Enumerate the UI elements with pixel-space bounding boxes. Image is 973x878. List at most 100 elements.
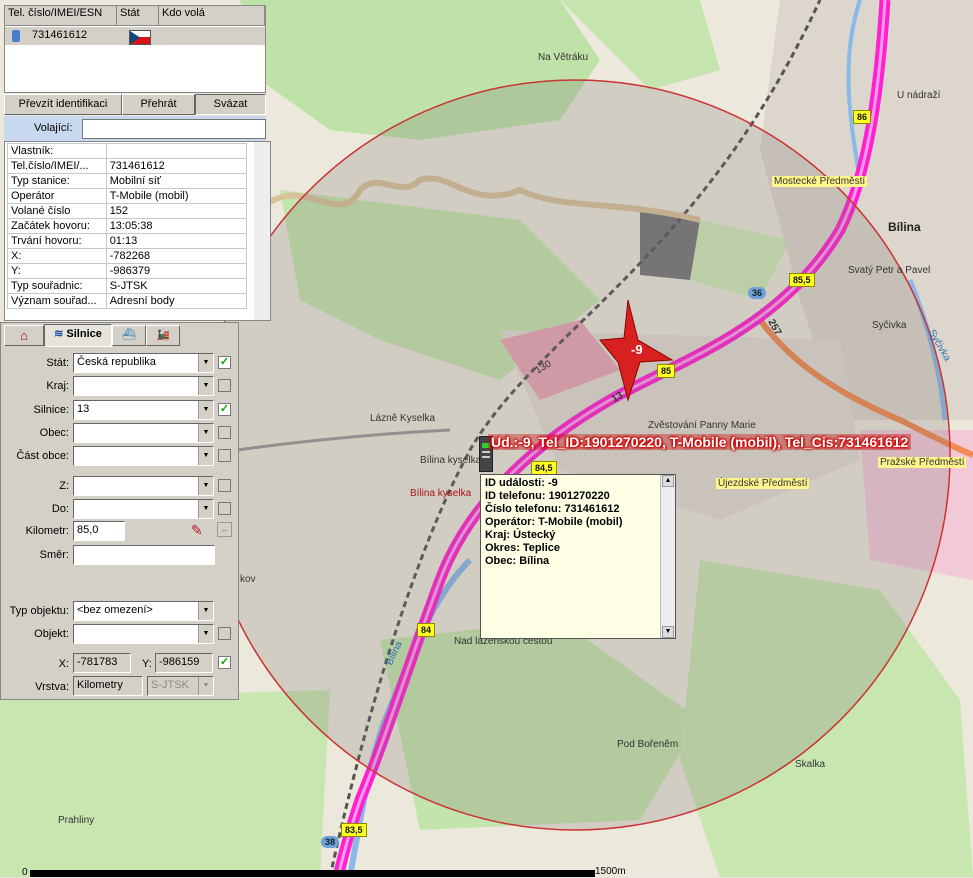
to-select[interactable]: ▼ [73,499,214,519]
call-info-table: Vlastník: Tel.číslo/IMEI/... 731461612 Typ … [7,143,248,309]
info-scrollbar[interactable] [254,142,270,320]
place-label: Syčivka [872,320,907,331]
direction-input[interactable] [73,545,215,565]
tab-roads-label: Silnice [66,328,102,340]
info-value: 731461612 [105,158,248,174]
layer-label: Vrstva: [35,681,69,693]
takeover-identification-button[interactable]: Převzít identifikaci [4,94,122,115]
chevron-down-icon: ▼ [198,477,213,495]
table-row: X: -782268 [7,248,248,264]
call-info-panel: Vlastník: Tel.číslo/IMEI/... 731461612 Typ … [4,141,271,321]
chevron-down-icon: ▼ [198,377,213,395]
play-button[interactable]: Přehrát [122,94,195,115]
table-row[interactable]: 731461612 [5,27,265,45]
place-label: Bílina kyselka [410,488,472,499]
table-row: Volané číslo 152 [7,203,248,219]
info-label: Význam souřad... [7,293,107,309]
region-select[interactable]: ▼ [73,376,214,396]
place-label: Na Větráku [538,52,589,63]
object-select[interactable]: ▼ [73,624,214,644]
popup-scrollbar[interactable]: ▲ ▼ [660,475,675,638]
caller-input[interactable] [82,119,266,139]
table-row: Vlastník: [7,143,248,159]
road-select[interactable]: 13 ▼ [73,400,214,420]
place-label: Mostecké Předměstí [772,176,868,187]
info-label: Začátek hovoru: [7,218,107,234]
coords-checkbox[interactable]: ✓ [218,656,231,669]
object-type-select[interactable]: <bez omezení> ▼ [73,601,214,621]
event-marker-label: -9 [631,342,643,357]
event-label[interactable]: Ud.:-9, Tel_ID:1901270220, T-Mobile (mob… [488,434,912,450]
x-label: X: [58,658,69,670]
part-select[interactable]: ▼ [73,446,214,466]
km-marker: 83,5 [341,823,367,837]
km-marker: 85,5 [789,273,815,287]
chevron-down-icon: ▼ [198,500,213,518]
tab-roads[interactable]: ≋ Silnice [44,324,112,347]
column-header-state[interactable]: Stát [117,6,159,26]
municipality-select[interactable]: ▼ [73,423,214,443]
column-header-caller[interactable]: Kdo volá [159,6,265,26]
popup-row: ID telefonu: 1901270220 [485,490,610,502]
place-label: Pod Bořeněm [617,739,679,750]
train-icon: 🚂 [156,329,170,341]
info-label: X: [7,248,107,264]
place-label: U nádraží [897,90,941,101]
road-search-panel: ⌂ ≋ Silnice ⛴ 🚂 Stát: Česká republika ▼ ✓… [0,322,239,700]
chevron-down-icon: ▼ [198,447,213,465]
table-row: Význam souřad... Adresní body [7,293,248,309]
road-label: Silnice: [33,404,69,416]
place-label: Bílina kyselka [420,455,482,466]
part-checkbox[interactable] [218,449,231,462]
tab-buildings[interactable]: ⌂ [4,325,44,346]
phone-list: Tel. číslo/IMEI/ESN Stát Kdo volá 731461… [4,5,266,93]
scale-zero: 0 [22,867,28,878]
km-label: Kilometr: [25,525,69,537]
state-label: Stát: [46,357,69,369]
region-checkbox[interactable] [218,379,231,392]
caller-row: Volající: [4,116,266,141]
info-value: -986379 [105,263,248,279]
table-row: Začátek hovoru: 13:05:38 [7,218,248,234]
pencil-icon[interactable]: ✎ [191,522,203,539]
km-input[interactable]: 85,0 [73,521,125,541]
event-info-popup: ID události: -9 ID telefonu: 1901270220 … [480,474,676,639]
scroll-up-icon[interactable]: ▲ [662,475,674,487]
km-marker: 84,5 [531,461,557,475]
info-label: Typ stanice: [7,173,107,189]
from-checkbox[interactable] [218,479,231,492]
chevron-down-icon: ▼ [198,602,213,620]
state-checkbox[interactable]: ✓ [218,356,231,369]
info-value: S-JTSK [105,278,248,294]
road-checkbox[interactable]: ✓ [218,403,231,416]
chevron-down-icon: ▼ [198,677,213,695]
info-label: Volané číslo [7,203,107,219]
from-select[interactable]: ▼ [73,476,214,496]
popup-content: ID události: -9 ID telefonu: 1901270220 … [481,475,675,570]
municipality-checkbox[interactable] [218,426,231,439]
tab-water[interactable]: ⛴ [112,325,146,346]
state-select[interactable]: Česká republika ▼ [73,353,214,373]
object-checkbox[interactable] [218,627,231,640]
coord-system-select[interactable]: S-JTSK ▼ [147,676,214,696]
info-value: Mobilní síť [105,173,248,189]
to-checkbox[interactable] [218,502,231,515]
info-value: 13:05:38 [105,218,248,234]
column-header-number[interactable]: Tel. číslo/IMEI/ESN [5,6,117,26]
house-icon: ⌂ [20,328,28,343]
range-icon[interactable]: ↔ [217,522,232,537]
info-value: 152 [105,203,248,219]
road-icon: ≋ [54,328,64,340]
table-row: Typ stanice: Mobilní síť [7,173,248,189]
row-number: 731461612 [32,29,88,41]
popup-row: Obec: Bílina [485,555,550,567]
to-label: Do: [51,503,69,515]
tab-railway[interactable]: 🚂 [146,325,180,346]
info-value: Adresní body [105,293,248,309]
scroll-down-icon[interactable]: ▼ [662,626,674,638]
part-label: Část obce: [16,450,69,462]
info-value [105,143,248,159]
place-label: Újezdské Předměstí [716,478,810,489]
popup-row: Operátor: T-Mobile (mobil) [485,516,623,528]
bind-button[interactable]: Svázat [195,94,266,115]
